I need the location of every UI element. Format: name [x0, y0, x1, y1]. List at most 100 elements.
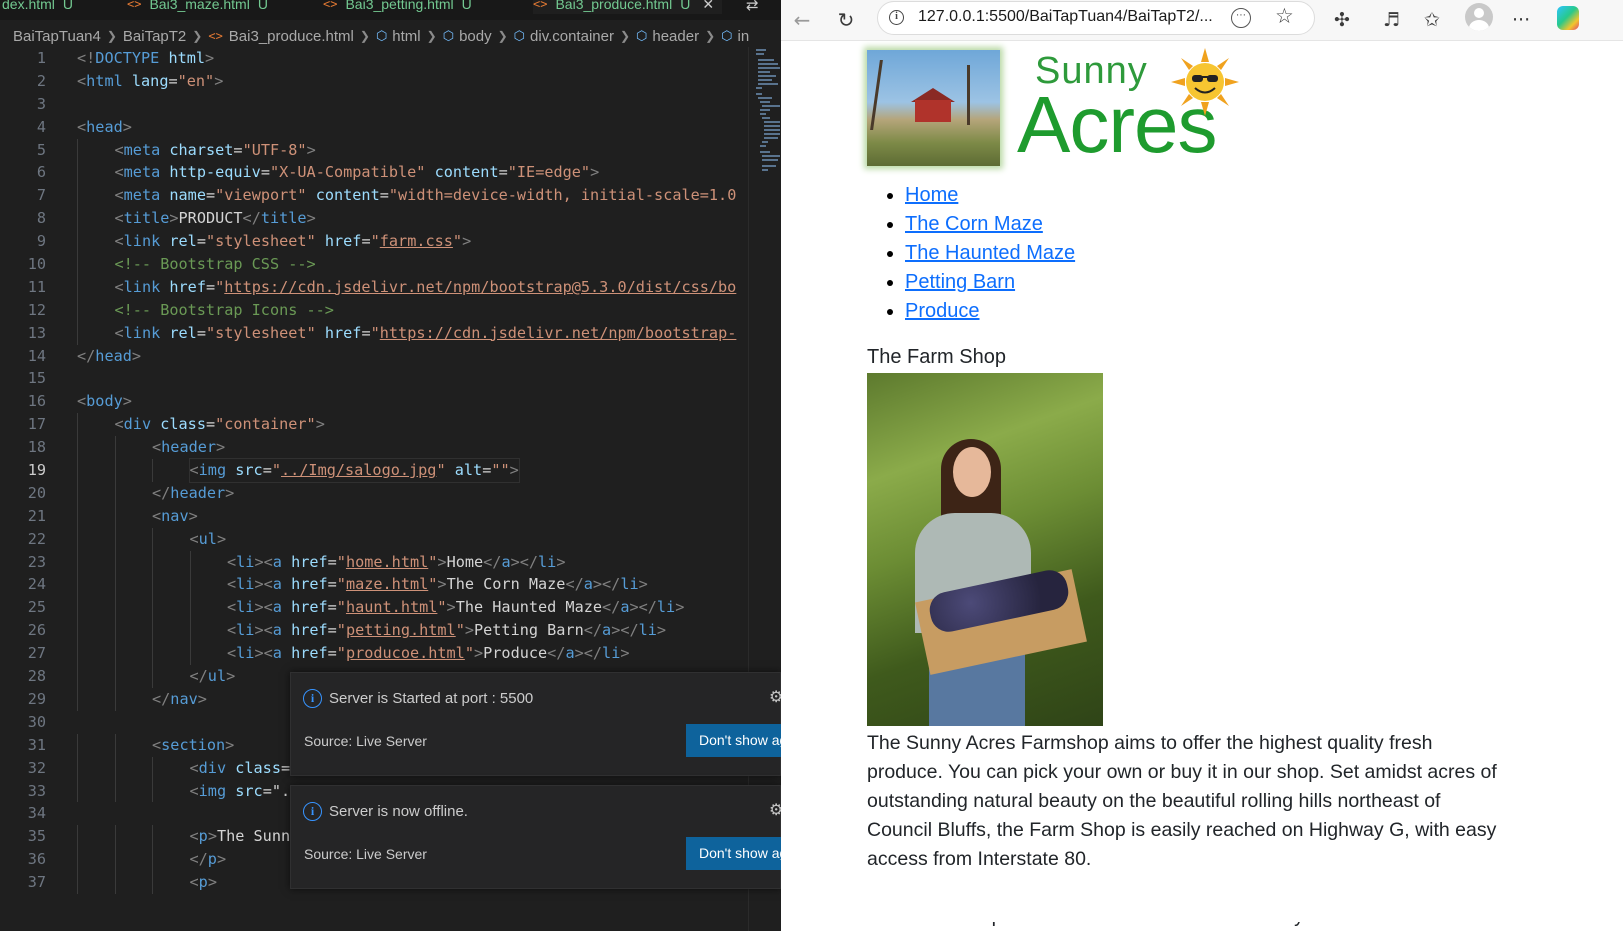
- line-number[interactable]: 5: [0, 139, 46, 162]
- code-line[interactable]: 11 <link href="https://cdn.jsdelivr.net/n…: [0, 275, 748, 299]
- line-number[interactable]: 21: [0, 505, 46, 528]
- code-line[interactable]: 27 <li><a href="producoe.html">Produce</a…: [0, 642, 748, 666]
- reload-icon[interactable]: ↻: [831, 6, 861, 34]
- line-number[interactable]: 9: [0, 230, 46, 253]
- code-line[interactable]: 16 <body>: [0, 390, 748, 413]
- line-number[interactable]: 19: [0, 459, 46, 482]
- code-line[interactable]: 17 <div class="container">: [0, 413, 748, 437]
- tab-index[interactable]: dex.html U: [2, 0, 73, 14]
- tab-produce[interactable]: <> Bai3_produce.html U ✕: [533, 0, 723, 14]
- read-aloud-icon[interactable]: ♬: [1383, 6, 1400, 34]
- favorites-icon[interactable]: ✩: [1424, 6, 1440, 34]
- line-number[interactable]: 34: [0, 802, 46, 825]
- code-line[interactable]: 8 <title>PRODUCT</title>: [0, 207, 748, 231]
- line-number[interactable]: 14: [0, 345, 46, 368]
- breadcrumb-item[interactable]: div.container: [530, 28, 614, 45]
- line-number[interactable]: 22: [0, 528, 46, 551]
- line-number[interactable]: 8: [0, 207, 46, 230]
- code-line[interactable]: 23 <li><a href="home.html">Home</a></li>: [0, 550, 748, 574]
- line-number[interactable]: 28: [0, 665, 46, 688]
- line-number[interactable]: 30: [0, 711, 46, 734]
- line-number[interactable]: 35: [0, 825, 46, 848]
- line-number[interactable]: 12: [0, 299, 46, 322]
- code-line[interactable]: 19 <img src="../Img/salogo.jpg" alt="">: [0, 458, 748, 483]
- back-arrow-icon[interactable]: ←: [787, 6, 817, 34]
- site-info-icon[interactable]: i: [889, 10, 904, 25]
- reader-view-icon[interactable]: ⋯: [1231, 8, 1251, 28]
- code-line[interactable]: 25 <li><a href="haunt.html">The Haunted M…: [0, 596, 748, 620]
- nav-link-home[interactable]: Home: [905, 184, 958, 206]
- tab-maze[interactable]: <> Bai3_maze.html U: [127, 0, 268, 14]
- minimap[interactable]: [752, 47, 780, 177]
- line-number[interactable]: 6: [0, 161, 46, 184]
- copilot-icon[interactable]: [1557, 6, 1579, 30]
- breadcrumb-item[interactable]: Bai3_produce.html: [229, 28, 354, 45]
- line-number[interactable]: 18: [0, 436, 46, 459]
- compare-icon[interactable]: ⇄: [746, 0, 759, 14]
- favorite-star-icon[interactable]: ☆: [1275, 4, 1294, 28]
- line-number[interactable]: 26: [0, 619, 46, 642]
- line-number[interactable]: 27: [0, 642, 46, 665]
- breadcrumb-item[interactable]: html: [392, 28, 420, 45]
- profile-avatar[interactable]: [1465, 3, 1493, 31]
- code-line[interactable]: 7 <meta name="viewport" content="width=de…: [0, 184, 748, 208]
- extensions-icon[interactable]: ✣: [1334, 6, 1350, 34]
- code-line[interactable]: 26 <li><a href="petting.html">Petting Bar…: [0, 619, 748, 643]
- code-line[interactable]: 5 <meta charset="UTF-8">: [0, 138, 748, 162]
- dont-show-again-button[interactable]: Don't show again: [686, 724, 781, 757]
- line-number[interactable]: 33: [0, 780, 46, 803]
- code-line[interactable]: 14 </head>: [0, 345, 748, 368]
- code-line[interactable]: 24 <li><a href="maze.html">The Corn Maze<…: [0, 573, 748, 597]
- code-line[interactable]: 10 <!-- Bootstrap CSS -->: [0, 253, 748, 276]
- nav-link-corn-maze[interactable]: The Corn Maze: [905, 213, 1043, 235]
- gear-icon[interactable]: ⚙: [769, 687, 781, 707]
- line-number[interactable]: 13: [0, 322, 46, 345]
- line-number[interactable]: 3: [0, 93, 46, 116]
- line-number[interactable]: 23: [0, 551, 46, 574]
- more-menu-icon[interactable]: ···: [1512, 6, 1530, 34]
- url-text[interactable]: 127.0.0.1:5500/BaiTapTuan4/BaiTapT2/...: [918, 8, 1213, 26]
- line-number[interactable]: 25: [0, 596, 46, 619]
- nav-link-produce[interactable]: Produce: [905, 300, 980, 322]
- line-number[interactable]: 2: [0, 70, 46, 93]
- line-number[interactable]: 16: [0, 390, 46, 413]
- address-bar[interactable]: i 127.0.0.1:5500/BaiTapTuan4/BaiTapT2/..…: [877, 1, 1315, 35]
- code-line[interactable]: 3: [0, 93, 748, 116]
- line-number[interactable]: 20: [0, 482, 46, 505]
- line-number[interactable]: 29: [0, 688, 46, 711]
- code-line[interactable]: 12 <!-- Bootstrap Icons -->: [0, 298, 748, 322]
- code-line[interactable]: 2 <html lang="en">: [0, 70, 748, 93]
- line-number[interactable]: 4: [0, 116, 46, 139]
- code-line[interactable]: 1 <!DOCTYPE html>: [0, 47, 748, 70]
- gear-icon[interactable]: ⚙: [769, 800, 781, 820]
- line-number[interactable]: 36: [0, 848, 46, 871]
- code-line[interactable]: 21 <nav>: [0, 504, 748, 528]
- breadcrumb-item[interactable]: BaiTapTuan4: [13, 28, 101, 45]
- code-line[interactable]: 20 </header>: [0, 481, 748, 505]
- tab-petting[interactable]: <> Bai3_petting.html U: [323, 0, 472, 14]
- breadcrumb-item[interactable]: header: [652, 28, 699, 45]
- dont-show-again-button[interactable]: Don't show again: [686, 837, 781, 870]
- line-number[interactable]: 32: [0, 757, 46, 780]
- line-number[interactable]: 7: [0, 184, 46, 207]
- nav-link-petting-barn[interactable]: Petting Barn: [905, 271, 1015, 293]
- line-number[interactable]: 15: [0, 367, 46, 390]
- breadcrumb-item[interactable]: BaiTapT2: [123, 28, 186, 45]
- line-number[interactable]: 24: [0, 573, 46, 596]
- line-number[interactable]: 1: [0, 47, 46, 70]
- line-number[interactable]: 11: [0, 276, 46, 299]
- line-number[interactable]: 37: [0, 871, 46, 894]
- line-number[interactable]: 17: [0, 413, 46, 436]
- code-line[interactable]: 18 <header>: [0, 436, 748, 460]
- line-number[interactable]: 10: [0, 253, 46, 276]
- code-line[interactable]: 4 <head>: [0, 116, 748, 139]
- breadcrumb-item[interactable]: in: [738, 28, 750, 45]
- code-line[interactable]: 6 <meta http-equiv="X-UA-Compatible" cont…: [0, 161, 748, 185]
- nav-link-haunted-maze[interactable]: The Haunted Maze: [905, 242, 1075, 264]
- code-line[interactable]: 9 <link rel="stylesheet" href="farm.css">: [0, 230, 748, 254]
- close-icon[interactable]: ✕: [702, 0, 714, 13]
- code-line[interactable]: 15: [0, 367, 748, 390]
- breadcrumb-item[interactable]: body: [459, 28, 492, 45]
- line-number[interactable]: 31: [0, 734, 46, 757]
- code-line[interactable]: 13 <link rel="stylesheet" href="https://c…: [0, 321, 748, 345]
